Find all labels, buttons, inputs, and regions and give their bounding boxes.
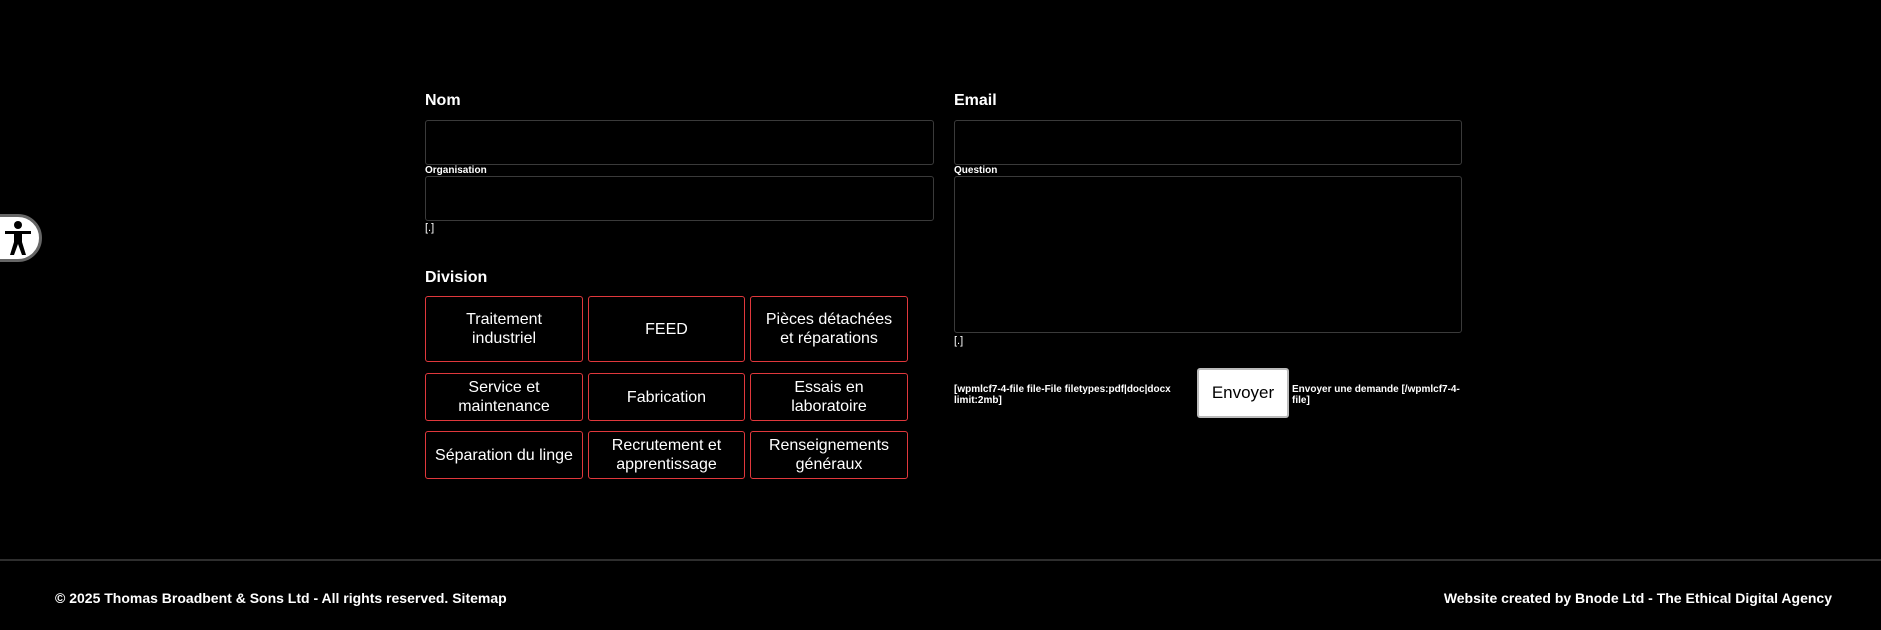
organisation-note: [.] <box>425 222 435 234</box>
submit-after-text: Envoyer une demande [/wpmlcf7-4-file] <box>1292 384 1460 406</box>
nom-label: Nom <box>425 92 461 109</box>
sitemap-link[interactable]: Sitemap <box>452 590 506 606</box>
division-option-feed[interactable]: FEED <box>588 296 745 362</box>
organisation-field-wrapper <box>425 176 934 221</box>
question-field-wrapper <box>954 176 1462 333</box>
division-option-recrutement[interactable]: Recrutement et apprentissage <box>588 431 745 479</box>
email-input[interactable] <box>955 121 1461 164</box>
division-option-fabrication[interactable]: Fabrication <box>588 373 745 421</box>
footer-copyright-row: © 2025 Thomas Broadbent & Sons Ltd - All… <box>55 590 507 606</box>
division-option-renseignements[interactable]: Renseignements généraux <box>750 431 908 479</box>
organisation-input[interactable] <box>426 177 933 220</box>
division-label: Division <box>425 269 488 286</box>
question-textarea[interactable] <box>955 177 1461 332</box>
question-note: [.] <box>954 335 964 347</box>
nom-field-wrapper <box>425 120 934 165</box>
email-field-wrapper <box>954 120 1462 165</box>
question-label: Question <box>954 165 998 176</box>
email-label: Email <box>954 92 997 109</box>
accessibility-icon <box>5 221 31 255</box>
accessibility-button[interactable] <box>0 214 42 262</box>
organisation-label: Organisation <box>425 165 487 176</box>
division-option-separation-linge[interactable]: Séparation du linge <box>425 431 583 479</box>
division-option-traitement-industriel[interactable]: Traitement industriel <box>425 296 583 362</box>
nom-input[interactable] <box>426 121 933 164</box>
division-option-essais-laboratoire[interactable]: Essais en laboratoire <box>750 373 908 421</box>
footer-credit[interactable]: Website created by Bnode Ltd - The Ethic… <box>1444 590 1832 606</box>
footer-divider <box>0 559 1881 561</box>
division-option-service-maintenance[interactable]: Service et maintenance <box>425 373 583 421</box>
submit-button[interactable]: Envoyer <box>1197 368 1289 418</box>
division-option-pieces-detachees[interactable]: Pièces détachées et réparations <box>750 296 908 362</box>
footer-copyright: © 2025 Thomas Broadbent & Sons Ltd - All… <box>55 590 449 606</box>
file-upload-shortcode: [wpmlcf7-4-file file-File filetypes:pdf|… <box>954 384 1171 406</box>
